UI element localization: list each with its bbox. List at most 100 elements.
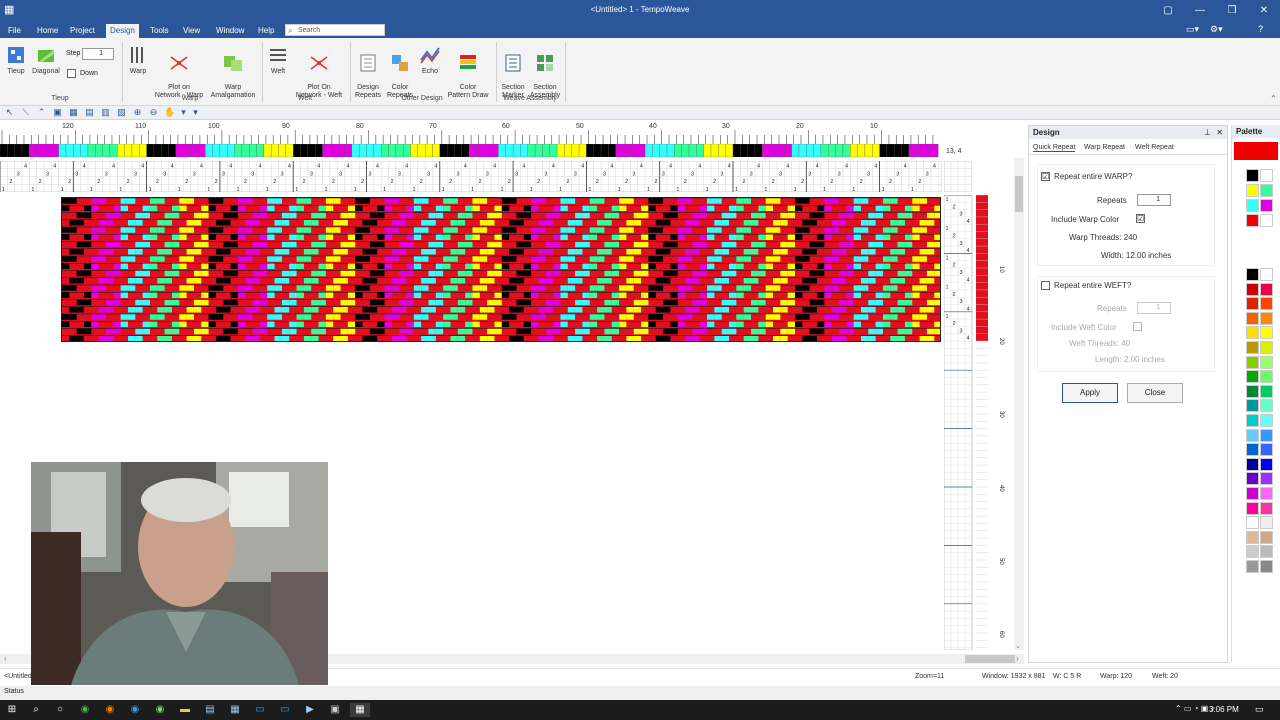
palette-swatch[interactable] [1260, 297, 1273, 311]
palette-swatch[interactable] [1260, 184, 1273, 197]
section-assembly-button[interactable]: Section Assembly [528, 44, 562, 100]
palette-swatch[interactable] [1260, 399, 1273, 413]
columns-icon[interactable]: ▥ [100, 107, 111, 118]
zoom-in-icon[interactable]: ⊕ [132, 107, 143, 118]
media-icon[interactable]: ▶ [303, 703, 317, 717]
palette-swatch[interactable] [1246, 516, 1259, 530]
palette-swatch[interactable] [1246, 399, 1259, 413]
palette-swatch[interactable] [1246, 384, 1259, 398]
palette-swatch[interactable] [1246, 326, 1259, 340]
current-color-swatch[interactable] [1234, 142, 1278, 160]
pointer-icon[interactable]: ↖ [4, 107, 15, 118]
color-pattern-draw-button[interactable]: Color Pattern Draw [444, 44, 492, 100]
collapse-ribbon-icon[interactable]: ⌃ [1270, 94, 1277, 103]
drawdown-canvas[interactable] [61, 197, 941, 342]
palette-swatch[interactable] [1246, 370, 1259, 384]
close-panel-button[interactable]: Close [1127, 383, 1183, 403]
palette-swatch[interactable] [1246, 341, 1259, 354]
palette-swatch[interactable] [1260, 214, 1273, 227]
palette-swatch[interactable] [1246, 199, 1259, 212]
clock[interactable]: 3:06 PM [1209, 705, 1239, 714]
document-icon[interactable]: ▤ [203, 703, 217, 717]
warp-amalgamation-button[interactable]: Warp Amalgamation [208, 44, 258, 100]
menu-project[interactable]: Project [66, 24, 99, 38]
tab-weft-repeat[interactable]: Weft Repeat [1135, 144, 1174, 151]
palette-swatch[interactable] [1246, 297, 1259, 311]
menu-home[interactable]: Home [33, 24, 62, 38]
palette-swatch[interactable] [1246, 169, 1259, 182]
palette-swatch[interactable] [1246, 311, 1259, 325]
weft-button[interactable]: Weft [266, 44, 290, 76]
palette-swatch[interactable] [1260, 311, 1273, 325]
palette-swatch[interactable] [1246, 428, 1259, 442]
palette-swatch[interactable] [1246, 184, 1259, 197]
section-marker-button[interactable]: Section Marker [498, 44, 528, 100]
tieup-button[interactable]: Tieup [4, 44, 28, 76]
menu-file[interactable]: File [4, 24, 25, 38]
palette-swatch[interactable] [1246, 457, 1259, 471]
palette-swatch[interactable] [1260, 530, 1273, 544]
hand-icon[interactable]: ✋ [164, 107, 175, 118]
restore-button[interactable]: ❐ [1221, 3, 1243, 19]
tab-quick-repeat[interactable]: Quick Repeat [1033, 144, 1076, 152]
palette-swatch[interactable] [1260, 545, 1273, 559]
edge-icon[interactable]: ◉ [128, 703, 142, 717]
scroll-thumb[interactable] [1015, 176, 1023, 212]
treadling-grid[interactable]: 12341234123412341234 [944, 195, 994, 650]
close-button[interactable]: ✕ [1253, 3, 1275, 19]
design-repeats-button[interactable]: Design Repeats [352, 44, 384, 100]
menu-help[interactable]: Help [254, 24, 278, 38]
palette-swatch[interactable] [1246, 530, 1259, 544]
threading-grid[interactable]: 1234123412341234123412341234123412341234… [0, 161, 942, 192]
minimize-button[interactable]: — [1189, 3, 1211, 19]
warp-repeats-stepper[interactable]: 1 [1137, 194, 1171, 206]
palette-swatch[interactable] [1260, 428, 1273, 442]
palette-swatch[interactable] [1260, 370, 1273, 384]
tool-icon[interactable]: ▣ [328, 703, 342, 717]
palette-swatch[interactable] [1260, 487, 1273, 500]
palette-swatch[interactable] [1246, 282, 1259, 296]
palette-swatch[interactable] [1260, 414, 1273, 427]
echo-button[interactable]: Echo [418, 44, 442, 76]
palette-swatch[interactable] [1246, 443, 1259, 457]
chrome-alt-icon[interactable]: ◉ [153, 703, 167, 717]
settings-icon[interactable]: ⚙▾ [1210, 24, 1223, 35]
pin-icon[interactable]: ⊥ [1204, 128, 1211, 137]
document-tab[interactable]: <Untitled [4, 673, 32, 680]
grid-icon[interactable]: ▦ [68, 107, 79, 118]
palette-swatch[interactable] [1260, 560, 1273, 573]
search-input[interactable]: ⌕ Search [285, 24, 385, 36]
menu-tools[interactable]: Tools [146, 24, 173, 38]
weft-repeats-stepper[interactable]: 1 [1137, 302, 1171, 314]
menu-design[interactable]: Design [106, 24, 139, 38]
palette-swatch[interactable] [1260, 355, 1273, 369]
scroll-thumb[interactable] [965, 655, 1015, 663]
palette-swatch[interactable] [1246, 560, 1259, 573]
app-icon[interactable]: ▭ [278, 703, 292, 717]
tieup-grid[interactable] [944, 161, 972, 192]
select-icon[interactable]: ▣ [52, 107, 63, 118]
folder-icon[interactable]: ▬ [178, 703, 192, 717]
palette-swatch[interactable] [1246, 214, 1259, 227]
scroll-right-icon[interactable]: › [1016, 654, 1019, 663]
calculator-icon[interactable]: ▦ [228, 703, 242, 717]
palette-swatch[interactable] [1246, 545, 1259, 559]
diagonal-button[interactable]: Diagonal [32, 44, 60, 76]
tempoweave-taskbar-icon[interactable]: ▦ [350, 703, 370, 717]
menu-window[interactable]: Window [212, 24, 248, 38]
palette-swatch[interactable] [1260, 457, 1273, 471]
layout-grid-icon[interactable]: ▤ [84, 107, 95, 118]
palette-swatch[interactable] [1246, 414, 1259, 427]
include-weft-color-checkbox[interactable] [1133, 322, 1142, 331]
mail-icon[interactable]: ▭ [253, 703, 267, 717]
palette-swatch[interactable] [1260, 443, 1273, 457]
include-warp-color-checkbox[interactable]: ☑ [1136, 214, 1145, 223]
help-icon[interactable]: ? [1258, 24, 1263, 34]
palette-swatch[interactable] [1260, 472, 1273, 486]
layout-icon[interactable]: ▭▾ [1186, 24, 1199, 35]
menu-view[interactable]: View [179, 24, 204, 38]
tab-warp-repeat[interactable]: Warp Repeat [1084, 144, 1125, 151]
color-repeats-button[interactable]: Color Repeats [384, 44, 416, 100]
chrome-icon[interactable]: ◉ [78, 703, 92, 717]
firefox-icon[interactable]: ◉ [103, 703, 117, 717]
